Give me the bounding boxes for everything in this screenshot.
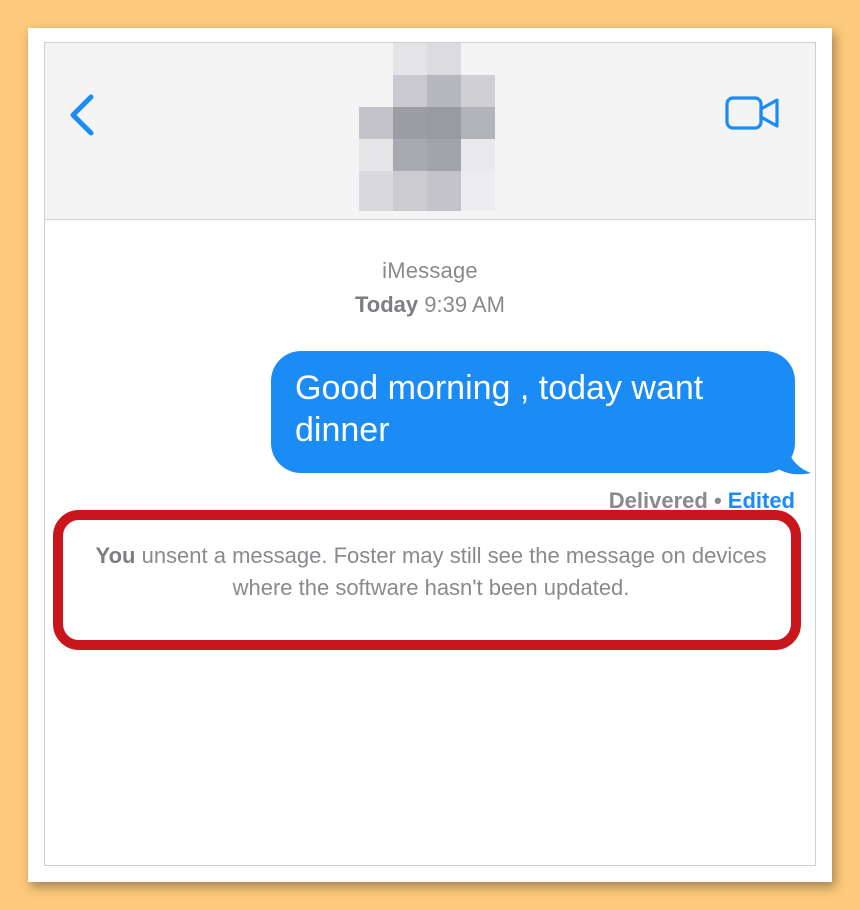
delivery-status: Delivered • Edited [609,488,795,514]
status-separator: • [713,488,722,513]
unsent-notice-text: unsent a message. Foster may still see t… [141,543,767,600]
bubble-tail [773,442,811,475]
service-label: iMessage [382,258,478,283]
edited-link[interactable]: Edited [728,488,795,513]
unsent-notice: You unsent a message. Foster may still s… [65,540,797,604]
screenshot-frame: iMessage Today 9:39 AM Good morning , to… [28,28,832,882]
message-thread: iMessage Today 9:39 AM Good morning , to… [45,220,815,865]
contact-avatar[interactable] [359,43,495,211]
unsent-notice-subject: You [95,543,136,568]
chevron-left-icon[interactable] [63,91,103,139]
sent-message-bubble[interactable]: Good morning , today want dinner [271,351,795,473]
delivered-label: Delivered [608,488,708,513]
video-camera-icon[interactable] [725,95,781,131]
timestamp-day: Today [355,292,419,317]
conversation-header [45,43,815,220]
messages-screen: iMessage Today 9:39 AM Good morning , to… [44,42,816,866]
timestamp-clock: 9:39 AM [424,292,505,317]
message-timestamp: Today 9:39 AM [45,292,815,318]
